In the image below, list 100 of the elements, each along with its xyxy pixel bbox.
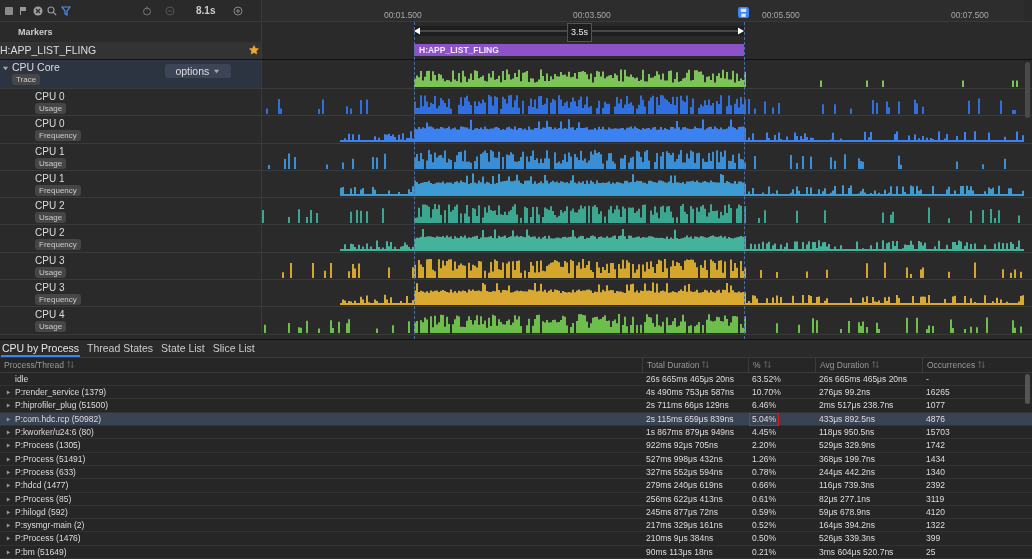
total-duration: 527ms 998μs 432ns [646,453,723,465]
filter-icon[interactable] [61,6,71,16]
column-header[interactable]: Process/Thread [4,359,64,370]
marker-row[interactable]: H:APP_LIST_FLING [0,42,262,59]
occurrences: 3119 [926,493,945,505]
track-tag: Usage [35,266,67,278]
column-header[interactable]: Occurrences [927,359,976,370]
expand-arrow-icon[interactable] [6,549,11,555]
cpu-percentage: 2.20% [751,439,778,453]
track-group-title: CPU Core [12,61,60,73]
occurrences: 2392 [926,480,945,492]
track-name: CPU 3 [35,254,65,266]
markers-label: Markers [18,27,53,37]
range-duration: 3.5s [567,23,592,42]
process-name: P:Process (1305) [15,440,81,452]
process-name: P:kworker/u24:6 (80) [15,427,94,439]
table-scrollbar[interactable] [1025,373,1030,404]
expand-arrow-icon[interactable] [6,403,11,409]
occurrences: 1434 [926,453,945,465]
star-icon[interactable] [249,45,259,55]
cpu-percentage: 10.70% [751,386,782,400]
marker-slice[interactable]: H:APP_LIST_FLING [414,44,744,56]
expand-arrow-icon[interactable] [6,430,11,436]
column-header[interactable]: % [753,359,761,370]
avg-duration: 59μs 678.9ns [819,506,871,518]
process-row[interactable]: P:sysmgr-main (2) 217ms 329μs 161ns 0.52% 164μs 394.2ns 1322 [0,519,1032,533]
process-row[interactable]: P:Process (1305) 922ms 92μs 705ns 2.20% 529μs 329.9ns 1742 [0,439,1032,453]
column-header[interactable]: Avg Duration [820,359,869,370]
total-duration: 1s 867ms 879μs 949ns [646,427,735,439]
expand-arrow-icon[interactable] [6,536,11,542]
total-duration: 90ms 113μs 18ns [646,546,713,558]
time-tick-label: 00:07.500 [951,10,989,20]
process-row[interactable]: P:Process (51491) 527ms 998μs 432ns 1.26% 368μs 199.7ns 1434 [0,452,1032,466]
occurrences: 4876 [926,413,945,425]
save-icon[interactable] [738,7,749,18]
zoom-in-icon[interactable] [233,6,243,16]
expand-arrow-icon[interactable] [6,523,11,529]
avg-duration: 164μs 394.2ns [819,520,875,532]
occurrences: 25 [926,546,936,558]
details-tab[interactable]: State List [160,341,206,357]
expand-arrow-icon[interactable] [6,443,11,449]
flag-icon[interactable] [18,6,28,16]
cancel-circle-icon[interactable] [33,6,43,16]
process-row[interactable]: P:Process (1476) 210ms 9μs 384ns 0.50% 526μs 339.3ns 399 [0,532,1032,546]
time-tick-label: 00:05.500 [762,10,800,20]
expand-arrow-icon[interactable] [6,509,11,515]
zoom-level: 8.1s [196,5,216,16]
expand-arrow-icon[interactable] [6,416,11,422]
process-row[interactable]: P:kworker/u24:6 (80) 1s 867ms 879μs 949ns 4.45% 118μs 950.5ns 15703 [0,426,1032,440]
expand-arrow-icon[interactable] [6,469,11,475]
expand-arrow-icon[interactable] [6,496,11,502]
process-row[interactable]: P:hilogd (592) 245ms 877μs 72ns 0.59% 59μs 678.9ns 4120 [0,505,1032,520]
process-row[interactable]: P:bm (51649) 90ms 113μs 18ns 0.21% 3ms 604μs 520.7ns 25 [0,545,1032,559]
process-name: P:Process (633) [15,466,76,478]
scrollbar[interactable] [1025,62,1030,118]
expand-arrow-icon[interactable] [6,390,11,396]
process-row[interactable]: P:Process (85) 256ms 622μs 413ns 0.61% 82μs 277.1ns 3119 [0,492,1032,506]
details-tab[interactable]: Thread States [86,341,154,357]
track-tag: Frequency [35,294,81,306]
options-dropdown[interactable]: options [164,64,231,78]
details-tab[interactable]: Slice List [211,341,256,357]
cpu-percentage: 4.45% [751,426,778,440]
total-duration: 245ms 877μs 72ns [646,506,718,518]
stop-icon[interactable] [4,6,14,16]
cpu-percentage: 0.66% [751,479,778,493]
process-row[interactable]: idle 26s 665ms 465μs 20ns 63.52% 26s 665ms 465μs 20ns - [0,372,1032,387]
track-tag: Usage [35,212,67,224]
occurrences: 1322 [926,520,945,532]
process-name: P:hiprofiler_plug (51500) [15,400,109,412]
details-tab[interactable]: CPU by Process [1,341,81,357]
avg-duration: 26s 665ms 465μs 20ns [819,373,908,385]
process-row[interactable]: P:hiprofiler_plug (51500) 2s 711ms 66μs 129ns 6.46% 2ms 517μs 238.7ns 1077 [0,399,1032,413]
cpu-percentage: 0.52% [751,519,778,533]
process-row[interactable]: P:Process (633) 327ms 552μs 594ns 0.78% 244μs 442.2ns 1340 [0,465,1032,480]
caret-icon[interactable] [2,65,9,72]
search-icon[interactable] [47,6,57,16]
column-header[interactable]: Total Duration [647,359,700,370]
process-name: P:Process (1476) [15,533,81,545]
track-tag: Frequency [35,130,81,142]
track-name: CPU 2 [35,200,65,212]
total-duration: 279ms 240μs 619ns [646,480,723,492]
reset-zoom-icon[interactable] [142,6,152,16]
avg-duration: 116μs 739.3ns [819,480,875,492]
avg-duration: 118μs 950.5ns [819,427,875,439]
expand-arrow-icon[interactable] [6,483,11,489]
process-row[interactable]: P:hdcd (1477) 279ms 240μs 619ns 0.66% 116μs 739.3ns 2392 [0,479,1032,493]
range-selection-bar[interactable]: 3.5s [414,22,744,42]
process-name: P:sysmgr-main (2) [15,520,85,532]
total-duration: 327ms 552μs 594ns [646,466,723,478]
total-duration: 256ms 622μs 413ns [646,493,723,505]
process-name: P:hilogd (592) [15,506,68,518]
total-duration: 922ms 92μs 705ns [646,440,718,452]
total-duration: 4s 490ms 753μs 587ns [646,387,735,399]
track-tag: Usage [35,321,67,333]
expand-arrow-icon[interactable] [6,456,11,462]
track-tag: Trace [12,74,41,85]
process-row[interactable]: P:render_service (1379) 4s 490ms 753μs 587ns 10.70% 276μs 99.2ns 16265 [0,386,1032,400]
marker-name: H:APP_LIST_FLING [0,44,97,56]
occurrences: - [926,373,929,385]
occurrences: 1742 [926,440,945,452]
